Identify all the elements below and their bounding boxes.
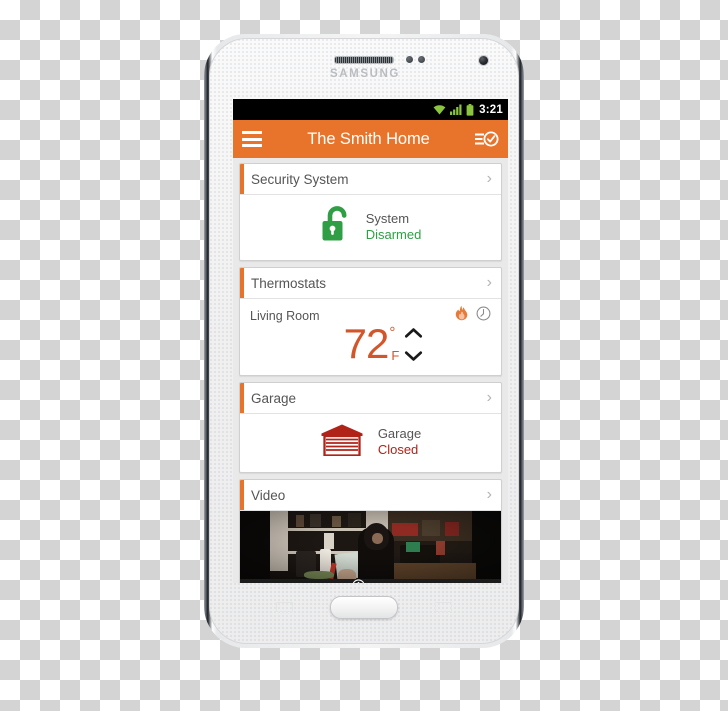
flame-heat-icon[interactable] [454,305,469,326]
thermostats-body: Living Room 72 ° F [240,299,501,375]
recent-apps-capacitive-key[interactable] [276,602,293,612]
dashboard-card-list: Security System › System Disarmed Thermo… [233,158,508,583]
chevron-up-icon[interactable] [404,326,423,344]
home-button[interactable] [330,596,398,619]
alarm-com-footer: powered by ALARM.COM [240,578,501,584]
garage-status-value: Closed [377,442,419,457]
security-status-label: System [365,210,410,226]
camera-thumbnail[interactable] [240,511,501,579]
menu-line [242,137,262,141]
light-sensor-icon [418,56,425,63]
card-title: Garage [251,390,297,406]
alarm-dot-com-chevron-logo [352,578,365,583]
security-system-card: Security System › System Disarmed [239,163,502,261]
security-system-body[interactable]: System Disarmed [240,195,501,260]
garage-header[interactable]: Garage › [240,383,501,414]
app-header-bar: The Smith Home [233,120,508,158]
android-status-bar: 3:21 [233,99,508,120]
card-title: Video [251,487,286,503]
chevron-right-icon: › [486,486,492,503]
video-card: Video › [239,479,502,583]
chevron-right-icon: › [486,170,492,187]
samsung-brand-logo: SAMSUNG [330,68,400,80]
chevron-right-icon: › [486,389,492,406]
garage-body[interactable]: Garage Closed [240,414,501,472]
samsung-phone: SAMSUNG 3:21 The Smith Home Security Sys… [204,34,524,648]
garage-status-text: Garage Closed [378,426,421,458]
wifi-icon [433,104,446,115]
thermostat-mode-icons [454,305,491,326]
fahrenheit-unit: F [391,348,400,363]
thumb-vignette [240,511,501,579]
unlocked-padlock-icon [320,205,352,248]
temperature-stepper [404,326,423,367]
thermostats-header[interactable]: Thermostats › [240,268,501,299]
app-title: The Smith Home [307,129,430,148]
chevron-right-icon: › [486,274,492,291]
cellular-signal-icon [450,104,462,115]
chevron-down-icon[interactable] [404,349,423,367]
card-title: Thermostats [251,275,327,291]
card-title: Security System [251,171,349,187]
video-header[interactable]: Video › [240,480,501,511]
garage-card: Garage › Garage Closed [239,382,502,473]
clock-schedule-icon[interactable] [476,306,491,326]
hamburger-menu-icon[interactable] [242,131,262,147]
proximity-sensor-icon [406,56,413,63]
status-bar-clock: 3:21 [479,103,503,116]
checklist-check-icon[interactable] [475,129,499,149]
front-camera-icon [478,55,489,66]
back-capacitive-key[interactable] [435,602,452,612]
thermostats-card: Thermostats › Living Room 72 ° F [239,267,502,376]
menu-line [242,131,262,134]
earpiece-speaker-icon [334,56,394,64]
degree-symbol: ° [389,324,396,341]
phone-screen: 3:21 The Smith Home Security System › Sy… [233,99,508,583]
thermostat-temperature-reading: 72 ° F [250,320,491,367]
thermostat-temperature-value: 72 [343,320,390,367]
garage-status-label: Garage [377,426,422,442]
battery-icon [466,103,474,116]
security-status-value: Disarmed [365,226,422,242]
security-system-header[interactable]: Security System › [240,164,501,195]
thermostat-unit-group: ° F [389,325,399,362]
security-status-text: System Disarmed [366,211,422,243]
alarm-com-wordmark: ALARM.COM [369,583,432,584]
phone-shell: SAMSUNG 3:21 The Smith Home Security Sys… [209,38,519,644]
menu-line [242,144,262,147]
garage-door-icon [320,423,364,461]
